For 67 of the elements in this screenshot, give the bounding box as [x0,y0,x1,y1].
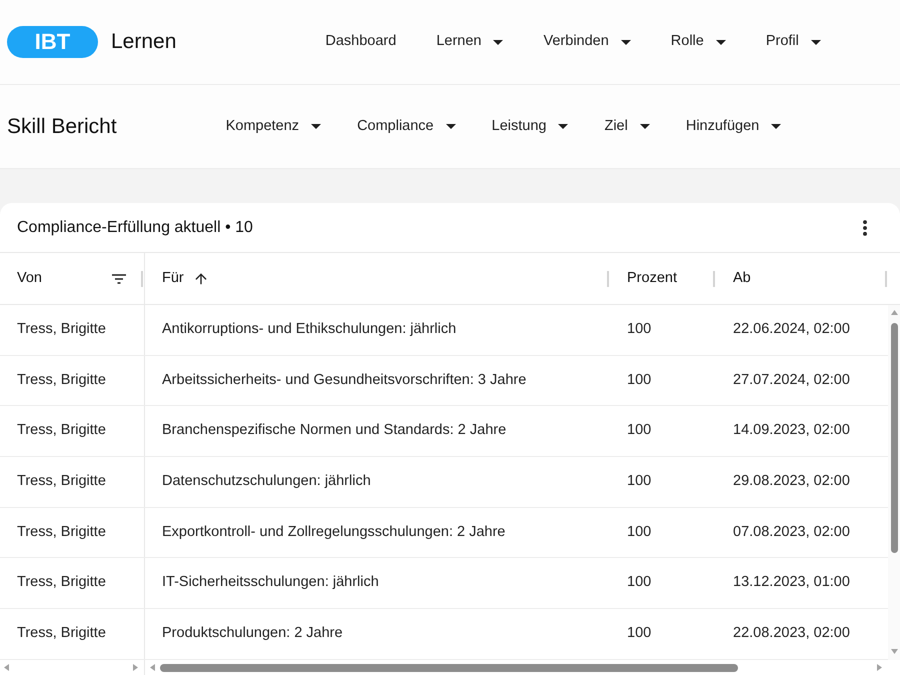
table-cell-text: 100 [626,421,652,440]
menu-button[interactable]: Hinzufügen [668,106,800,146]
scroll-right-icon[interactable] [133,664,138,671]
table-cell-text: Antikorruptions- und Ethikschulungen: jährlich [161,320,458,339]
table-cell-text: 29.08.2023, 02:00 [732,472,851,492]
table-cell-text: Exportkontroll- und Zollregelungsschulungen: 2 Jahre [161,522,506,542]
caret-icon [493,40,504,44]
card-title: Compliance-Erfüllung aktuell • 10 [17,218,253,238]
nav-menu-button[interactable]: Verbinden [525,22,649,62]
filter-icon[interactable] [112,274,126,284]
scroll-down-icon[interactable] [890,649,898,654]
column-resize-handle[interactable] [885,270,887,286]
table-cell: Tress, Brigitte [0,406,145,456]
caret-icon [558,124,568,129]
column-header[interactable]: Für [145,253,607,304]
column-resize-handle[interactable] [713,270,715,286]
table-cell-text: Produktschulungen: 2 Jahre [161,624,344,644]
menu-button[interactable]: Ziel [586,106,668,146]
menu-button[interactable]: Compliance [339,106,474,146]
nav-menu-button[interactable]: Lernen [418,22,522,62]
column-header[interactable]: Prozent [610,253,713,304]
table-cell: Tress, Brigitte [0,609,145,659]
menu-button[interactable]: Leistung [474,106,586,146]
page-title: Skill Bericht [7,114,117,140]
column-resize-handle[interactable] [607,270,609,286]
table-cell-text: 14.09.2023, 02:00 [732,421,851,440]
column-header[interactable]: Ab [716,253,885,304]
table-cell-text: 27.07.2024, 02:00 [732,370,851,390]
caret-icon [810,40,821,44]
caret-icon [640,124,650,129]
caret-icon [716,40,726,44]
table-cell-text: 22.08.2023, 02:00 [732,624,851,644]
table-cell-text: 100 [626,522,652,542]
scroll-left-icon[interactable] [150,664,155,671]
nav-menu-button[interactable]: Rolle [652,22,744,62]
table-cell-text: 13.12.2023, 01:00 [732,573,851,592]
table-cell-text: 100 [626,624,652,644]
column-header[interactable]: Von [0,253,141,304]
scroll-up-icon[interactable] [890,310,898,315]
nav-link[interactable]: Dashboard [307,22,414,62]
nav-menu-button[interactable]: Profil [748,22,839,62]
caret-icon [771,124,782,129]
table-cell-text: 100 [626,320,652,339]
vertical-scrollbar[interactable] [888,305,900,660]
caret-icon [620,40,631,44]
table-cell-text: 100 [626,370,652,390]
table-cell-text: 07.08.2023, 02:00 [732,522,851,542]
table-cell-text: 22.06.2024, 02:00 [732,320,851,339]
scroll-left-icon[interactable] [4,664,9,671]
table-cell: Tress, Brigitte [0,305,145,355]
table-cell: Tress, Brigitte [0,508,145,558]
table-cell: Tress, Brigitte [0,457,145,507]
table-cell-text: Arbeitssicherheits- und Gesundheitsvorschriften: 3 Jahre [161,370,528,390]
table-cell-text: 100 [626,573,652,592]
table-cell: Tress, Brigitte [0,558,145,608]
caret-icon [311,124,322,129]
caret-icon [446,124,456,129]
scrollbar-thumb[interactable] [890,323,898,553]
table-cell-text: 100 [626,472,652,492]
table-cell: Tress, Brigitte [0,356,145,406]
app-title: Lernen [111,29,176,56]
table-cell-text: Branchenspezifische Normen und Standards: 2 Jahre [161,421,508,440]
scrollbar-thumb[interactable] [160,664,738,672]
table-cell-text: Datenschutzschulungen: jährlich [161,472,372,492]
table-cell-text: IT-Sicherheitsschulungen: jährlich [161,573,380,592]
menu-button[interactable]: Kompetenz [208,106,340,146]
scroll-right-icon[interactable] [877,664,882,671]
